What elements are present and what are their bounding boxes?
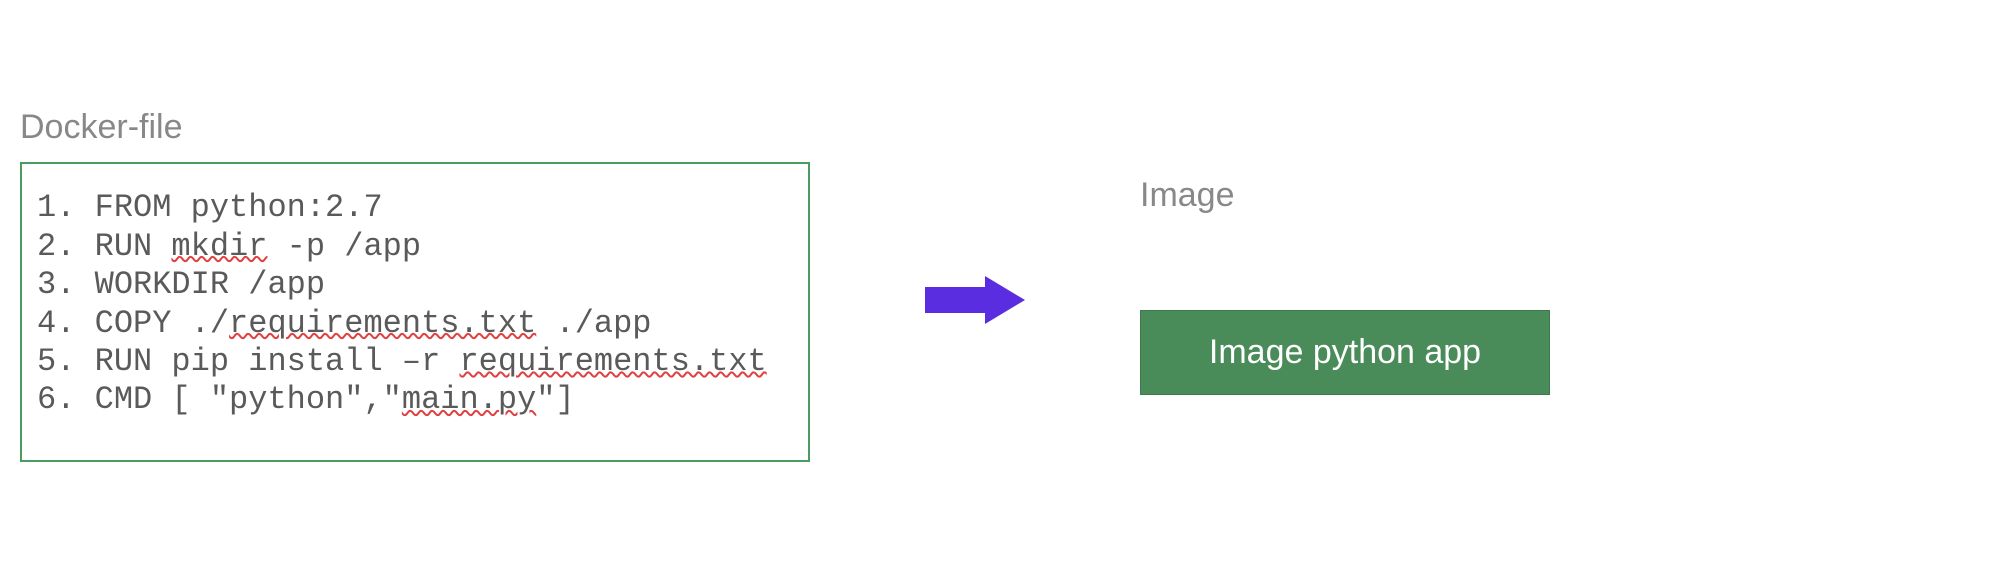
diagram-container: Docker-file 1. FROM python:2.7 2. RUN mk… bbox=[20, 30, 1980, 540]
line-number: 2. bbox=[37, 228, 75, 266]
code-text: "] bbox=[536, 381, 574, 419]
code-text: RUN pip install –r bbox=[75, 343, 459, 381]
spellcheck-word: main.py bbox=[402, 381, 536, 419]
spellcheck-word: requirements.txt bbox=[229, 305, 536, 343]
spellcheck-word: mkdir bbox=[171, 228, 267, 266]
arrow-right-icon bbox=[925, 276, 1025, 324]
line-number: 6. bbox=[37, 381, 75, 419]
line-number: 4. bbox=[37, 305, 75, 343]
line-number: 5. bbox=[37, 343, 75, 381]
code-line-6: 6. CMD [ "python","main.py"] bbox=[37, 381, 793, 419]
code-text: ./app bbox=[536, 305, 651, 343]
spellcheck-word: requirements.txt bbox=[459, 343, 766, 381]
dockerfile-title: Docker-file bbox=[20, 108, 810, 147]
code-line-4: 4. COPY ./requirements.txt ./app bbox=[37, 305, 793, 343]
code-line-5: 5. RUN pip install –r requirements.txt bbox=[37, 343, 793, 381]
image-section: Image Image python app bbox=[1140, 176, 1980, 395]
code-text: COPY ./ bbox=[75, 305, 229, 343]
line-number: 3. bbox=[37, 266, 75, 304]
code-text: FROM python:2.7 bbox=[75, 189, 382, 227]
code-line-2: 2. RUN mkdir -p /app bbox=[37, 228, 793, 266]
arrow-section bbox=[810, 246, 1140, 324]
code-text: -p /app bbox=[267, 228, 421, 266]
dockerfile-code-box: 1. FROM python:2.7 2. RUN mkdir -p /app … bbox=[20, 162, 810, 461]
code-text: CMD [ "python"," bbox=[75, 381, 401, 419]
line-number: 1. bbox=[37, 189, 75, 227]
code-line-1: 1. FROM python:2.7 bbox=[37, 189, 793, 227]
code-text: RUN bbox=[75, 228, 171, 266]
image-result-box: Image python app bbox=[1140, 310, 1550, 395]
code-line-3: 3. WORKDIR /app bbox=[37, 266, 793, 304]
dockerfile-section: Docker-file 1. FROM python:2.7 2. RUN mk… bbox=[20, 108, 810, 461]
code-text: WORKDIR /app bbox=[75, 266, 325, 304]
image-title: Image bbox=[1140, 176, 1980, 215]
